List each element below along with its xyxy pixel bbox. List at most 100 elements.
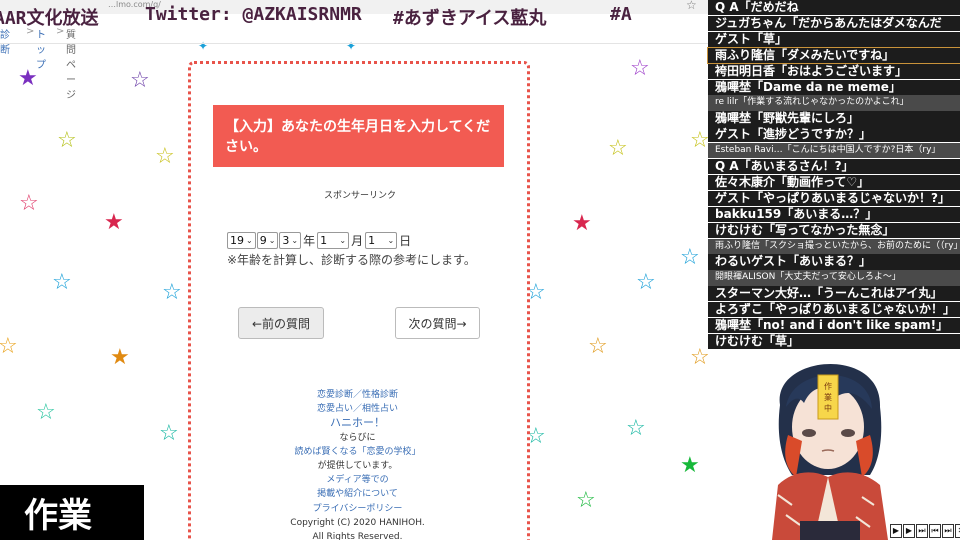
- chat-message: re lilr「作業する流れじゃなかったのかよこれ」: [708, 95, 960, 111]
- star-icon: ☆: [0, 334, 18, 359]
- star-icon: ☆: [52, 270, 72, 295]
- star-icon: ☆: [130, 68, 150, 93]
- svg-text:業: 業: [824, 392, 832, 402]
- breadcrumb-top[interactable]: トップ: [36, 26, 46, 71]
- day-unit: 日: [399, 233, 412, 248]
- star-icon: ☆: [57, 128, 77, 153]
- star-icon: ☆: [576, 488, 596, 513]
- svg-text:中: 中: [824, 403, 832, 413]
- previous-question-button[interactable]: ←前の質問: [238, 307, 324, 339]
- star-icon: ☆: [19, 191, 39, 216]
- footer-link-media[interactable]: メディア等での: [270, 473, 445, 487]
- star-icon: ☆: [155, 144, 175, 169]
- chevron-down-icon: ⌄: [339, 235, 347, 245]
- vtuber-avatar: 作 業 中: [772, 363, 888, 540]
- chat-message: ジュガちゃん「だからあんたはダメなんだ: [708, 15, 960, 32]
- skip-forward-icon[interactable]: ⏭: [916, 524, 928, 538]
- close-icon[interactable]: ✕: [955, 524, 960, 538]
- star-icon: ☆: [630, 56, 650, 81]
- skip-back-icon[interactable]: ⏮: [929, 524, 941, 538]
- footer-link-love-fortune[interactable]: 恋愛占い／相性占い: [270, 402, 445, 416]
- month-select[interactable]: 1 ⌄: [317, 231, 350, 249]
- chat-message: けむけむ「写ってなかった無念」: [708, 222, 960, 238]
- chat-panel: Q A「だめだね ジュガちゃん「だからあんたはダメなんだ ゲスト「草」 雨ふり隆信「ダ…: [707, 0, 960, 350]
- chat-message: 鴉嗶埜「野獣先輩にしろ」: [708, 111, 960, 127]
- chat-message: bakku159「あいまる…？」: [708, 206, 960, 222]
- star-icon: ☆: [608, 136, 628, 161]
- year-unit: 年: [303, 233, 316, 248]
- year-century-select[interactable]: 19 ⌄: [227, 231, 256, 249]
- rights-text: All Rights Reserved.: [312, 532, 403, 540]
- next-question-button[interactable]: 次の質問→: [395, 307, 480, 339]
- marquee-text: #A: [610, 4, 632, 25]
- chat-message: 鴉嗶埜「no! and i don't like spam!」: [708, 318, 960, 334]
- marquee-text: #あずきアイス藍丸: [393, 8, 547, 29]
- footer-link-love-diagnosis[interactable]: 恋愛診断／性格診断: [270, 388, 445, 402]
- footer-text: が提供しています。: [317, 461, 398, 472]
- marquee-text: AAR文化放送: [0, 8, 99, 29]
- star-icon: ☆: [636, 270, 656, 295]
- year-decade-select[interactable]: 9 ⌄: [256, 231, 279, 249]
- play-icon[interactable]: ▶: [890, 524, 902, 538]
- chat-message: 佐々木康介「動画作って♡」: [708, 174, 960, 191]
- chat-message: Q A「だめだね: [708, 0, 960, 16]
- day-select[interactable]: 1 ⌄: [365, 231, 398, 249]
- footer-link-school[interactable]: 読めば賢くなる「恋愛の学校」: [270, 445, 445, 459]
- chat-message: 袴田明日香「おはようございます」: [708, 63, 960, 79]
- chevron-down-icon: ⌄: [246, 235, 253, 245]
- chat-message: 雨ふり隆信「スクショ撮っといたから、お前のために（（ry」: [708, 238, 960, 254]
- star-icon: ★: [110, 345, 130, 370]
- star-icon: ★: [680, 453, 700, 478]
- marquee-text: Twitter: @AZKAISRNMR: [145, 4, 362, 25]
- age-note: ※年齢を計算し、診断する際の参考にします。: [227, 253, 476, 267]
- player-controls: ▶ ▶ ⏭ ⏮ ⏭ ✕: [890, 524, 960, 538]
- chat-message: スターマン大好…「うーんこれはアイ丸」: [708, 286, 960, 302]
- skip-forward-icon[interactable]: ⏭: [942, 524, 954, 538]
- chat-message: よろずこ「やっぱりあいまるじゃないか！」: [708, 302, 960, 318]
- chat-message: わるいゲスト「あいまる？」: [708, 254, 960, 270]
- chevron-down-icon: ⌄: [268, 235, 276, 245]
- star-icon: ☆: [36, 400, 56, 425]
- sponsor-label: スポンサーリンク: [323, 191, 396, 201]
- chat-message: 鴉嗶埜「Dame da ne meme」: [708, 79, 960, 95]
- chat-message: ゲスト「草」: [708, 31, 960, 48]
- star-icon: ☆: [680, 245, 700, 270]
- star-icon: ☆: [159, 421, 179, 446]
- footer-link-hanihoh[interactable]: ハニホー！: [270, 416, 445, 430]
- birthdate-selector: 19 ⌄ 9 ⌄ 3 ⌄ 年 1 ⌄ 月 1 ⌄ 日: [227, 231, 413, 249]
- site-footer: 恋愛診断／性格診断 恋愛占い／相性占い ハニホー！ ならびに 読めば賢くなる「恋…: [270, 388, 445, 540]
- star-icon: ★: [18, 66, 38, 91]
- star-icon: ☆: [626, 416, 646, 441]
- play-icon[interactable]: ▶: [903, 524, 915, 538]
- year-digit-select[interactable]: 3 ⌄: [279, 231, 302, 249]
- browser-page: ★ ☆ ☆ ☆ ☆ ★ ☆ ☆ ☆ ★ ☆ ☆ ☆ ☆ ☆ ★ ☆ ☆ ☆ ☆ …: [0, 0, 708, 540]
- breadcrumb-home[interactable]: 診断: [0, 26, 10, 56]
- stream-marquee: AAR文化放送 Twitter: @AZKAISRNMR #あずきアイス藍丸 #…: [0, 4, 708, 30]
- chat-message: ゲスト「進捗どうですか？」: [708, 127, 960, 143]
- star-icon: ★: [572, 211, 592, 236]
- star-icon: ☆: [588, 334, 608, 359]
- footer-link-publication[interactable]: 掲載や紹介について: [270, 487, 445, 501]
- star-icon: ☆: [690, 128, 708, 153]
- star-icon: ★: [104, 210, 124, 235]
- chat-message: Q A「あいまるさん！?」: [708, 159, 960, 175]
- star-icon: ✦: [198, 39, 209, 53]
- chat-message: ゲスト「やっぱりあいまるじゃないか！?」: [708, 190, 960, 207]
- svg-text:作: 作: [824, 381, 832, 391]
- chat-message: 雨ふり隆信「ダメみたいですね」: [707, 46, 960, 65]
- month-unit: 月: [351, 233, 364, 248]
- star-icon: ☆: [690, 345, 708, 370]
- star-icon: ☆: [162, 280, 182, 305]
- chat-message: Esteban Ravi…「こんにちは中国人ですか?日本（ry」: [708, 143, 960, 159]
- question-title: 【入力】あなたの生年月日を入力してください。: [213, 105, 504, 167]
- work-status-badge: 作業: [0, 485, 144, 540]
- footer-text: ならびに: [339, 432, 376, 443]
- copyright-text: Copyright (C) 2020 HANIHOH.: [290, 517, 425, 528]
- chevron-down-icon: ⌄: [291, 235, 299, 245]
- divider: [0, 43, 708, 44]
- chevron-down-icon: ⌄: [387, 235, 395, 245]
- footer-link-privacy[interactable]: プライバシーポリシー: [270, 502, 445, 516]
- star-icon: ✦: [346, 39, 357, 53]
- chat-message: 開眼褌ALISON「大丈夫だって安心しろよ～」: [708, 270, 960, 286]
- breadcrumb-current: 質問ページ: [66, 30, 76, 101]
